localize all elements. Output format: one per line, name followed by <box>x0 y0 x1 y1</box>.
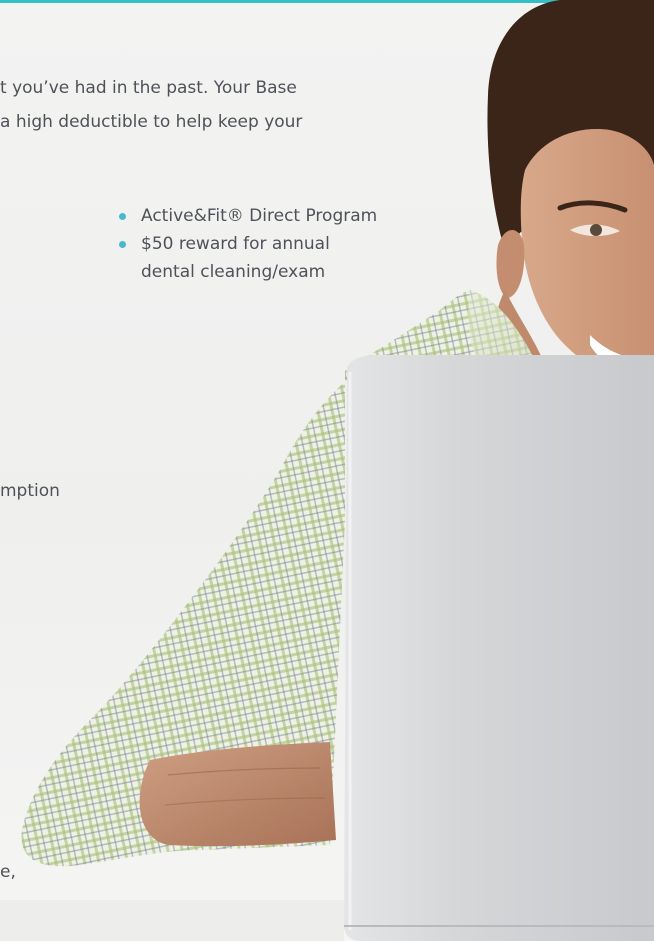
intro-line-1: t you’ve had in the past. Your Base <box>0 78 297 98</box>
list-item: $50 reward for annual dental cleaning/ex… <box>119 230 377 286</box>
bullet-icon <box>119 241 126 248</box>
benefit-label: $50 reward for annual <box>141 234 330 254</box>
brochure-page: t you’ve had in the past. Your Base a hi… <box>0 0 654 941</box>
intro-line-2: a high deductible to help keep your <box>0 112 303 132</box>
benefit-label: Active&Fit® Direct Program <box>141 206 378 226</box>
text-fragment: mption <box>0 481 60 501</box>
intro-paragraph: t you’ve had in the past. Your Base a hi… <box>0 76 302 144</box>
text-fragment: e, <box>0 862 16 882</box>
bullet-icon <box>119 213 126 220</box>
list-item: Active&Fit® Direct Program <box>119 202 377 230</box>
benefit-label-continued: dental cleaning/exam <box>141 262 326 282</box>
benefits-list: Active&Fit® Direct Program $50 reward fo… <box>119 202 377 286</box>
